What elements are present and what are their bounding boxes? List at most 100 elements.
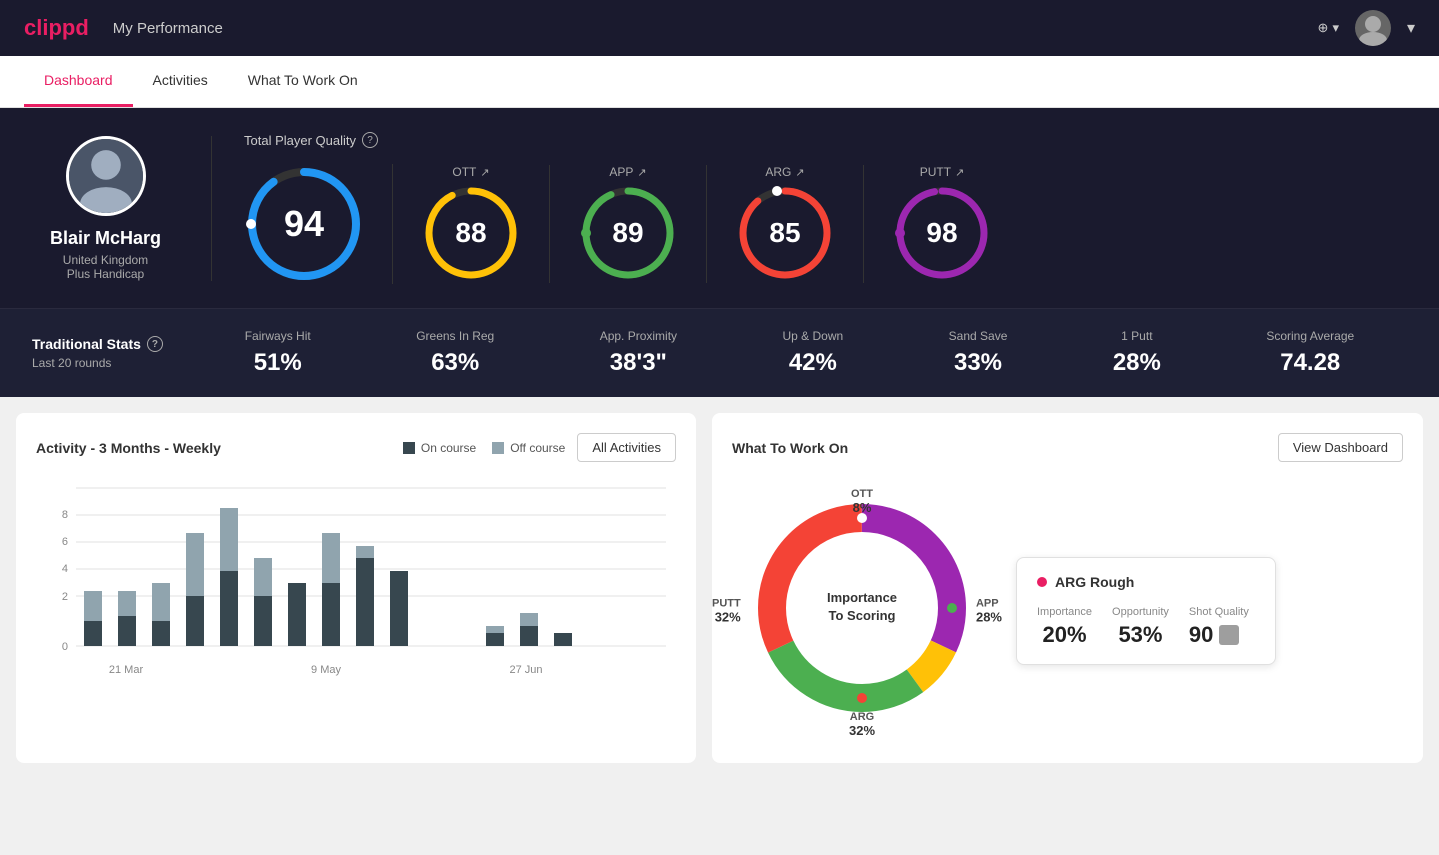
stat-fairways-label: Fairways Hit bbox=[245, 329, 311, 343]
activity-chart-container: 0 2 4 6 8 bbox=[36, 478, 676, 698]
stat-1putt-label: 1 Putt bbox=[1113, 329, 1161, 343]
tab-activities[interactable]: Activities bbox=[133, 56, 228, 107]
stat-gir-label: Greens In Reg bbox=[416, 329, 494, 343]
traditional-stats-section: Traditional Stats ? Last 20 rounds Fairw… bbox=[0, 308, 1439, 397]
stat-proximity-value: 38'3" bbox=[600, 349, 677, 377]
arg-detail-card: ARG Rough Importance 20% Opportunity 53%… bbox=[1016, 557, 1276, 665]
stat-updown: Up & Down 42% bbox=[783, 329, 844, 377]
stats-subtitle: Last 20 rounds bbox=[32, 356, 192, 370]
svg-text:21 Mar: 21 Mar bbox=[109, 664, 144, 676]
total-quality-help[interactable]: ? bbox=[362, 132, 378, 148]
tab-dashboard[interactable]: Dashboard bbox=[24, 56, 133, 107]
legend-on-course: On course bbox=[403, 441, 476, 455]
score-arg: ARG ↗ 85 bbox=[707, 165, 864, 283]
arg-trend: ↗ bbox=[795, 166, 804, 179]
shot-quality-stat: Shot Quality 90 bbox=[1189, 606, 1249, 648]
player-handicap: Plus Handicap bbox=[67, 267, 144, 281]
all-activities-button[interactable]: All Activities bbox=[577, 433, 676, 462]
logo-text: clippd bbox=[24, 15, 89, 41]
score-putt: PUTT ↗ 98 bbox=[864, 165, 1020, 283]
arg-detail-title: ARG Rough bbox=[1037, 574, 1255, 590]
donut-wrapper: Importance To Scoring OTT 8% APP 28% bbox=[732, 478, 992, 743]
putt-donut-label: PUTT 32% bbox=[712, 597, 741, 624]
add-icon: ⊕ bbox=[1318, 20, 1329, 36]
stat-scoring-label: Scoring Average bbox=[1266, 329, 1354, 343]
player-country: United Kingdom bbox=[63, 253, 148, 267]
opportunity-value: 53% bbox=[1112, 622, 1169, 648]
header-left: clippd My Performance bbox=[24, 15, 223, 41]
arg-donut-label: ARG 32% bbox=[849, 711, 875, 738]
main-score-value: 94 bbox=[284, 203, 324, 245]
arg-label: ARG ↗ bbox=[765, 165, 804, 179]
user-chevron: ▾ bbox=[1407, 18, 1415, 38]
app-donut-label: APP 28% bbox=[976, 597, 1002, 624]
activity-card: Activity - 3 Months - Weekly On course O… bbox=[16, 413, 696, 763]
arg-detail-stats: Importance 20% Opportunity 53% Shot Qual… bbox=[1037, 606, 1255, 648]
svg-text:9 May: 9 May bbox=[311, 664, 341, 676]
add-chevron: ▾ bbox=[1332, 20, 1339, 36]
stat-updown-label: Up & Down bbox=[783, 329, 844, 343]
arg-detail-dot bbox=[1037, 577, 1047, 587]
importance-value: 20% bbox=[1037, 622, 1092, 648]
stat-sandsave-value: 33% bbox=[949, 349, 1008, 377]
svg-text:2: 2 bbox=[62, 591, 68, 603]
work-on-card-header: What To Work On View Dashboard bbox=[732, 433, 1403, 462]
stats-grid: Fairways Hit 51% Greens In Reg 63% App. … bbox=[192, 329, 1407, 377]
main-score-item: 94 bbox=[244, 164, 393, 284]
header-title: My Performance bbox=[113, 20, 223, 37]
score-ott: OTT ↗ 88 bbox=[393, 165, 550, 283]
legend-off-course: Off course bbox=[492, 441, 565, 455]
stat-scoring: Scoring Average 74.28 bbox=[1266, 329, 1354, 377]
add-button[interactable]: ⊕ ▾ bbox=[1318, 20, 1339, 36]
stats-label: Traditional Stats ? Last 20 rounds bbox=[32, 336, 192, 370]
svg-text:6: 6 bbox=[62, 536, 68, 548]
header-right: ⊕ ▾ ▾ bbox=[1318, 10, 1415, 46]
activity-card-header: Activity - 3 Months - Weekly On course O… bbox=[36, 433, 676, 462]
stat-gir-value: 63% bbox=[416, 349, 494, 377]
svg-text:To Scoring: To Scoring bbox=[829, 608, 896, 623]
importance-stat: Importance 20% bbox=[1037, 606, 1092, 648]
player-section: Blair McHarg United Kingdom Plus Handica… bbox=[32, 136, 212, 281]
ott-donut-label: OTT 8% bbox=[851, 488, 873, 515]
putt-trend: ↗ bbox=[955, 166, 964, 179]
work-on-card: What To Work On View Dashboard bbox=[712, 413, 1423, 763]
stats-title: Traditional Stats ? bbox=[32, 336, 192, 352]
tab-what-to-work-on[interactable]: What To Work On bbox=[228, 56, 378, 107]
header: clippd My Performance ⊕ ▾ ▾ bbox=[0, 0, 1439, 56]
svg-text:Importance: Importance bbox=[827, 590, 897, 605]
stat-updown-value: 42% bbox=[783, 349, 844, 377]
scores-grid: 94 OTT ↗ 88 APP bbox=[244, 164, 1407, 284]
logo: clippd bbox=[24, 15, 89, 41]
app-circle: 89 bbox=[578, 183, 678, 283]
stat-fairways-value: 51% bbox=[245, 349, 311, 377]
ott-label: OTT ↗ bbox=[452, 165, 489, 179]
stats-help[interactable]: ? bbox=[147, 336, 163, 352]
stat-proximity-label: App. Proximity bbox=[600, 329, 677, 343]
total-quality-label: Total Player Quality ? bbox=[244, 132, 1407, 148]
putt-value: 98 bbox=[926, 217, 957, 249]
ott-trend: ↗ bbox=[480, 166, 489, 179]
stat-sandsave-label: Sand Save bbox=[949, 329, 1008, 343]
stat-proximity: App. Proximity 38'3" bbox=[600, 329, 677, 377]
stat-fairways: Fairways Hit 51% bbox=[245, 329, 311, 377]
player-name: Blair McHarg bbox=[50, 228, 161, 249]
shot-quality-label: Shot Quality bbox=[1189, 606, 1249, 618]
avatar[interactable] bbox=[1355, 10, 1391, 46]
player-avatar bbox=[66, 136, 146, 216]
stat-scoring-value: 74.28 bbox=[1266, 349, 1354, 377]
activity-chart-svg: 0 2 4 6 8 bbox=[36, 478, 676, 698]
hero-section: Blair McHarg United Kingdom Plus Handica… bbox=[0, 108, 1439, 308]
app-value: 89 bbox=[612, 217, 643, 249]
view-dashboard-button[interactable]: View Dashboard bbox=[1278, 433, 1403, 462]
work-on-content: Importance To Scoring OTT 8% APP 28% bbox=[732, 478, 1403, 743]
putt-label: PUTT ↗ bbox=[920, 165, 965, 179]
activity-chart-title: Activity - 3 Months - Weekly bbox=[36, 440, 221, 456]
svg-text:8: 8 bbox=[62, 509, 68, 521]
scores-section: Total Player Quality ? 94 OTT ↗ bbox=[212, 132, 1407, 284]
ott-value: 88 bbox=[455, 217, 486, 249]
ott-circle: 88 bbox=[421, 183, 521, 283]
shot-quality-badge bbox=[1219, 625, 1239, 645]
main-score-circle: 94 bbox=[244, 164, 364, 284]
shot-quality-value: 90 bbox=[1189, 622, 1213, 648]
svg-text:4: 4 bbox=[62, 563, 68, 575]
